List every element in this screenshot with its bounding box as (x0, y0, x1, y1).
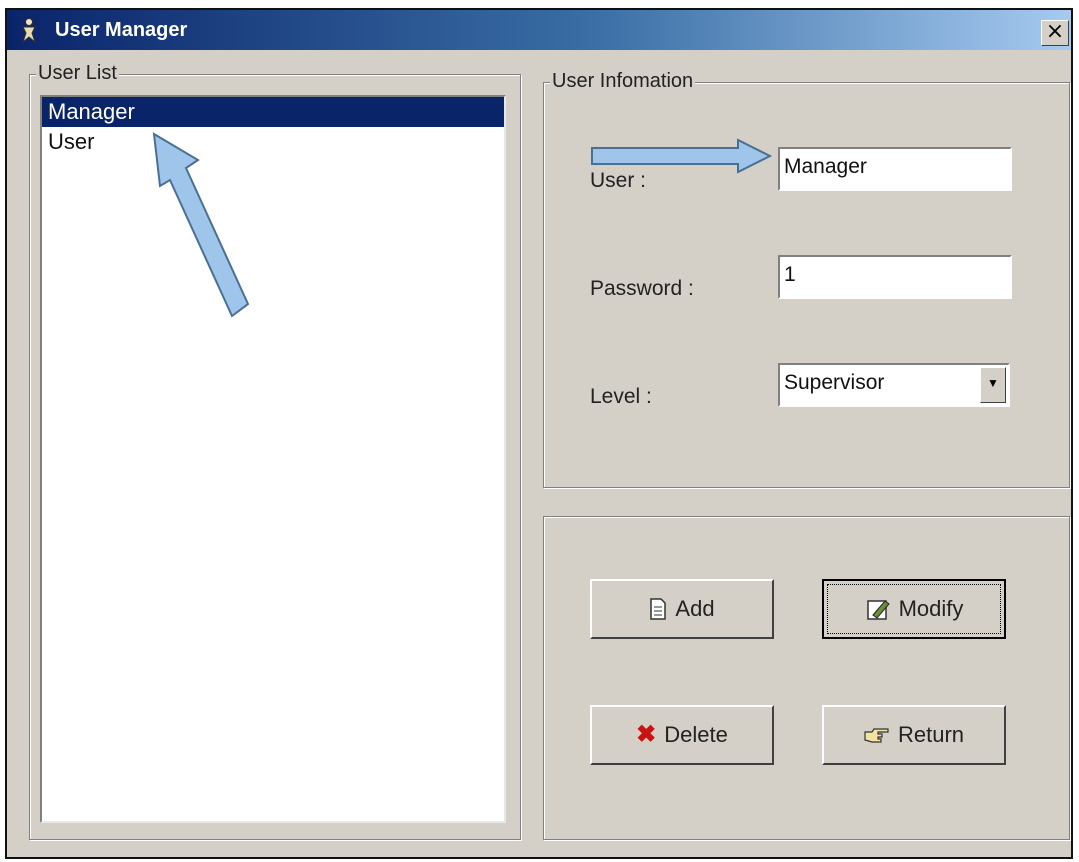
user-list-group-label: User List (36, 62, 119, 85)
level-select-value: Supervisor (784, 371, 885, 394)
delete-button[interactable]: ✖ Delete (590, 705, 774, 765)
level-select[interactable]: Supervisor ▼ (778, 363, 1010, 407)
add-button[interactable]: Add (590, 579, 774, 639)
password-field-label: Password : (590, 277, 694, 300)
user-information-group-label: User Infomation (550, 70, 696, 93)
window-title: User Manager (55, 19, 188, 41)
user-information-group: User Infomation User : Manager Password … (543, 70, 1070, 488)
user-field-label: User : (590, 169, 647, 192)
modify-button[interactable]: Modify (822, 579, 1006, 639)
title-bar[interactable]: User Manager × (7, 10, 1071, 50)
close-button[interactable]: × (1041, 20, 1069, 46)
edit-icon (866, 600, 890, 620)
password-field[interactable]: 1 (778, 255, 1012, 299)
return-button[interactable]: Return (822, 705, 1006, 765)
modify-button-label: Modify (898, 596, 964, 621)
return-button-label: Return (897, 722, 965, 747)
pointing-hand-icon (864, 728, 889, 743)
chevron-down-icon[interactable]: ▼ (980, 367, 1006, 403)
user-list-group: User List Manager User (29, 62, 521, 840)
list-item-user[interactable]: User (42, 127, 504, 157)
list-item-manager[interactable]: Manager (42, 97, 504, 127)
document-icon (650, 598, 667, 620)
app-figure-icon (22, 18, 36, 43)
add-button-label: Add (675, 596, 715, 621)
red-x-icon: ✖ (636, 721, 657, 748)
delete-button-label: Delete (664, 722, 728, 747)
user-name-field[interactable]: Manager (778, 147, 1012, 191)
close-icon: × (1045, 19, 1065, 44)
level-field-label: Level : (590, 385, 652, 408)
user-manager-window: User Manager × User List Manager User Us… (5, 8, 1073, 859)
user-listbox[interactable]: Manager User (40, 95, 506, 823)
actions-group: Add Modify ✖ Delete Return (543, 516, 1070, 840)
